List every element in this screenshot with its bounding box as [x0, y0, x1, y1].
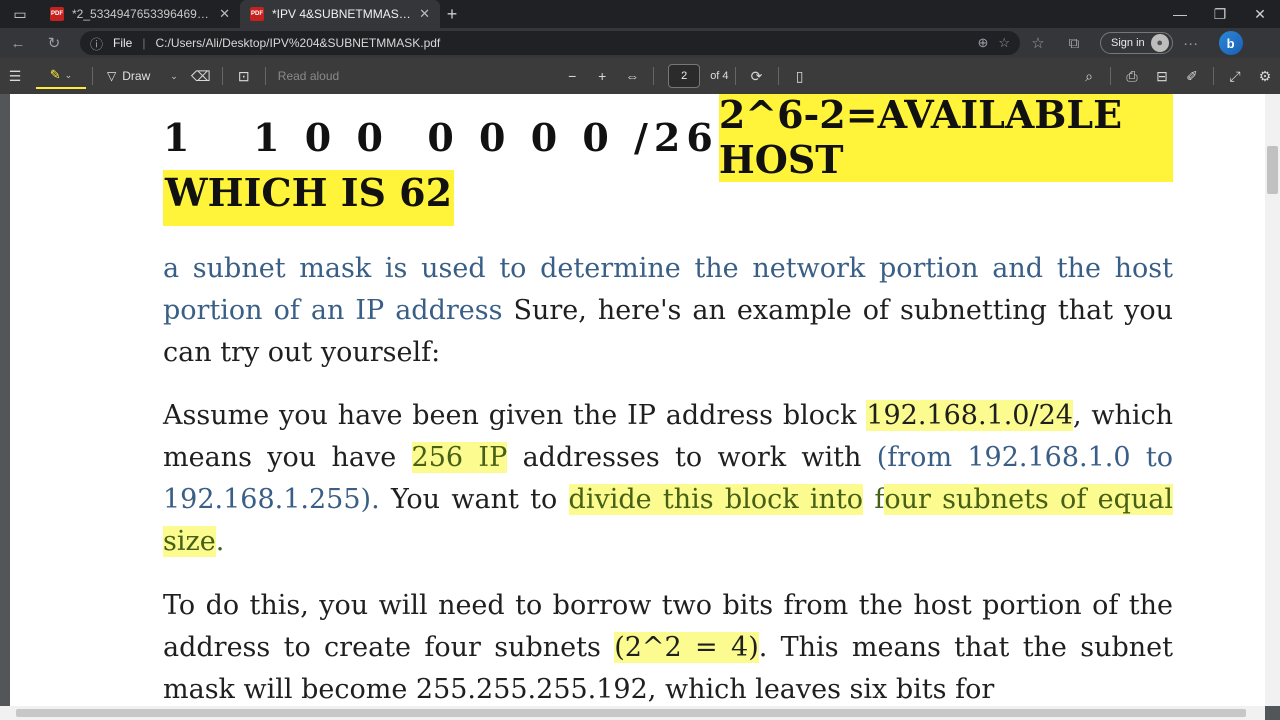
paragraph-2: Assume you have been given the IP addres…	[163, 395, 1173, 563]
divide-highlight: divide this block into	[568, 484, 864, 515]
vertical-scroll-thumb[interactable]	[1267, 146, 1278, 194]
draw-button[interactable]: ▽ Draw ⌄	[99, 69, 186, 83]
sign-in-button[interactable]: Sign in ●	[1100, 32, 1173, 54]
p2-text-end: .	[215, 526, 225, 557]
chevron-down-icon: ⌄	[170, 70, 178, 81]
close-icon[interactable]: ✕	[419, 6, 430, 22]
calc-highlight: (2^2 = 4)	[614, 632, 759, 663]
print-icon[interactable]: ⎙	[1117, 61, 1147, 91]
draw-label: Draw	[122, 69, 151, 83]
tab-pdf-2[interactable]: PDF *IPV 4&SUBNETMMASK.pdf ✕	[240, 0, 440, 28]
horizontal-scroll-thumb[interactable]	[16, 709, 1246, 717]
page-view-icon[interactable]: ▯	[785, 61, 815, 91]
ip-count-highlight: 256 IP	[411, 442, 508, 473]
zoom-icon[interactable]: ⊕	[977, 35, 988, 51]
page-total: of 4	[710, 70, 729, 82]
divider: |	[142, 36, 146, 50]
highlight-button[interactable]: ✎ ⌄	[36, 63, 86, 89]
more-icon[interactable]: ···	[1173, 28, 1209, 58]
paragraph-1: a subnet mask is used to determine the n…	[163, 248, 1173, 374]
available-host-highlight: 2^6-2=AVAILABLE HOST	[718, 94, 1173, 182]
save-icon[interactable]: ⊟	[1147, 61, 1177, 91]
new-tab-button[interactable]: +	[440, 2, 464, 26]
binary-bits: 1 1 0 0 0 0 0 0 /26	[163, 114, 719, 160]
info-icon[interactable]: ⓘ	[90, 34, 103, 53]
tab-title: *IPV 4&SUBNETMMASK.pdf	[272, 7, 411, 21]
pdf-toolbar: ☰ ✎ ⌄ ▽ Draw ⌄ ⌫ ⊡ Read aloud − + ⇔ 2 of…	[0, 58, 1280, 94]
zoom-out-icon[interactable]: −	[557, 61, 587, 91]
restore-icon[interactable]: ❐	[1200, 0, 1240, 28]
pen-icon: ▽	[107, 69, 117, 83]
p2-text-d: You want to	[379, 484, 569, 515]
text-box-icon[interactable]: ⊡	[229, 61, 259, 91]
refresh-icon[interactable]: ↻	[36, 28, 72, 58]
avatar: ●	[1150, 34, 1169, 52]
fit-page-icon[interactable]: ⇔	[617, 61, 647, 91]
search-icon[interactable]: ⌕	[1074, 61, 1104, 91]
chevron-down-icon: ⌄	[64, 69, 73, 80]
which-is-highlight: WHICH IS 62	[163, 170, 455, 226]
p2-text-a: Assume you have been given the IP addres…	[163, 400, 867, 431]
sign-in-label: Sign in	[1111, 37, 1145, 49]
window-close-icon[interactable]: ✕	[1240, 0, 1280, 28]
settings-gear-icon[interactable]: ⚙	[1250, 61, 1280, 91]
page-heading: 1 1 0 0 0 0 0 0 /26 2^6-2=AVAILABLE HOST…	[163, 94, 1173, 226]
pdf-icon: PDF	[250, 7, 264, 21]
pdf-page: 1 1 0 0 0 0 0 0 /26 2^6-2=AVAILABLE HOST…	[10, 94, 1265, 720]
save-as-icon[interactable]: ✐	[1177, 61, 1207, 91]
file-label: File	[113, 36, 133, 50]
page-number-input[interactable]: 2	[668, 64, 701, 88]
minimize-icon[interactable]: —	[1160, 0, 1200, 28]
eraser-icon[interactable]: ⌫	[186, 61, 216, 91]
pdf-icon: PDF	[50, 7, 64, 21]
url-text[interactable]: C:/Users/Ali/Desktop/IPV%204&SUBNETMMASK…	[155, 36, 967, 50]
contents-icon[interactable]: ☰	[0, 61, 30, 91]
omnibox[interactable]: ⓘ File | C:/Users/Ali/Desktop/IPV%204&SU…	[80, 31, 1020, 55]
highlighter-icon: ✎	[49, 67, 61, 82]
zoom-in-icon[interactable]: +	[587, 61, 617, 91]
p2-text-f: f	[863, 484, 885, 515]
favorite-add-icon[interactable]: ☆	[998, 35, 1010, 51]
collections-icon[interactable]: ⧉	[1056, 28, 1092, 58]
tab-pdf-1[interactable]: PDF *2_5334947653396469268.pdf ✕	[40, 0, 240, 28]
tab-bar: ▭ PDF *2_5334947653396469268.pdf ✕ PDF *…	[0, 0, 1280, 28]
tab-title: *2_5334947653396469268.pdf	[72, 7, 211, 21]
ip-block-highlight: 192.168.1.0/24	[866, 400, 1073, 431]
p2-text-c: addresses to work with	[507, 442, 877, 473]
copilot-icon[interactable]: b	[1218, 31, 1243, 55]
fullscreen-icon[interactable]: ⤢	[1220, 61, 1250, 91]
back-icon[interactable]: ←	[0, 28, 36, 58]
favorites-icon[interactable]: ☆	[1020, 28, 1056, 58]
pdf-viewer: 1 1 0 0 0 0 0 0 /26 2^6-2=AVAILABLE HOST…	[0, 94, 1280, 720]
close-icon[interactable]: ✕	[219, 6, 230, 22]
read-aloud-button[interactable]: Read aloud	[278, 69, 339, 83]
address-bar: ← ↻ ⓘ File | C:/Users/Ali/Desktop/IPV%20…	[0, 28, 1280, 58]
workspaces-icon[interactable]: ▭	[0, 0, 40, 28]
paragraph-3: To do this, you will need to borrow two …	[163, 585, 1173, 711]
rotate-icon[interactable]: ⟳	[742, 61, 772, 91]
